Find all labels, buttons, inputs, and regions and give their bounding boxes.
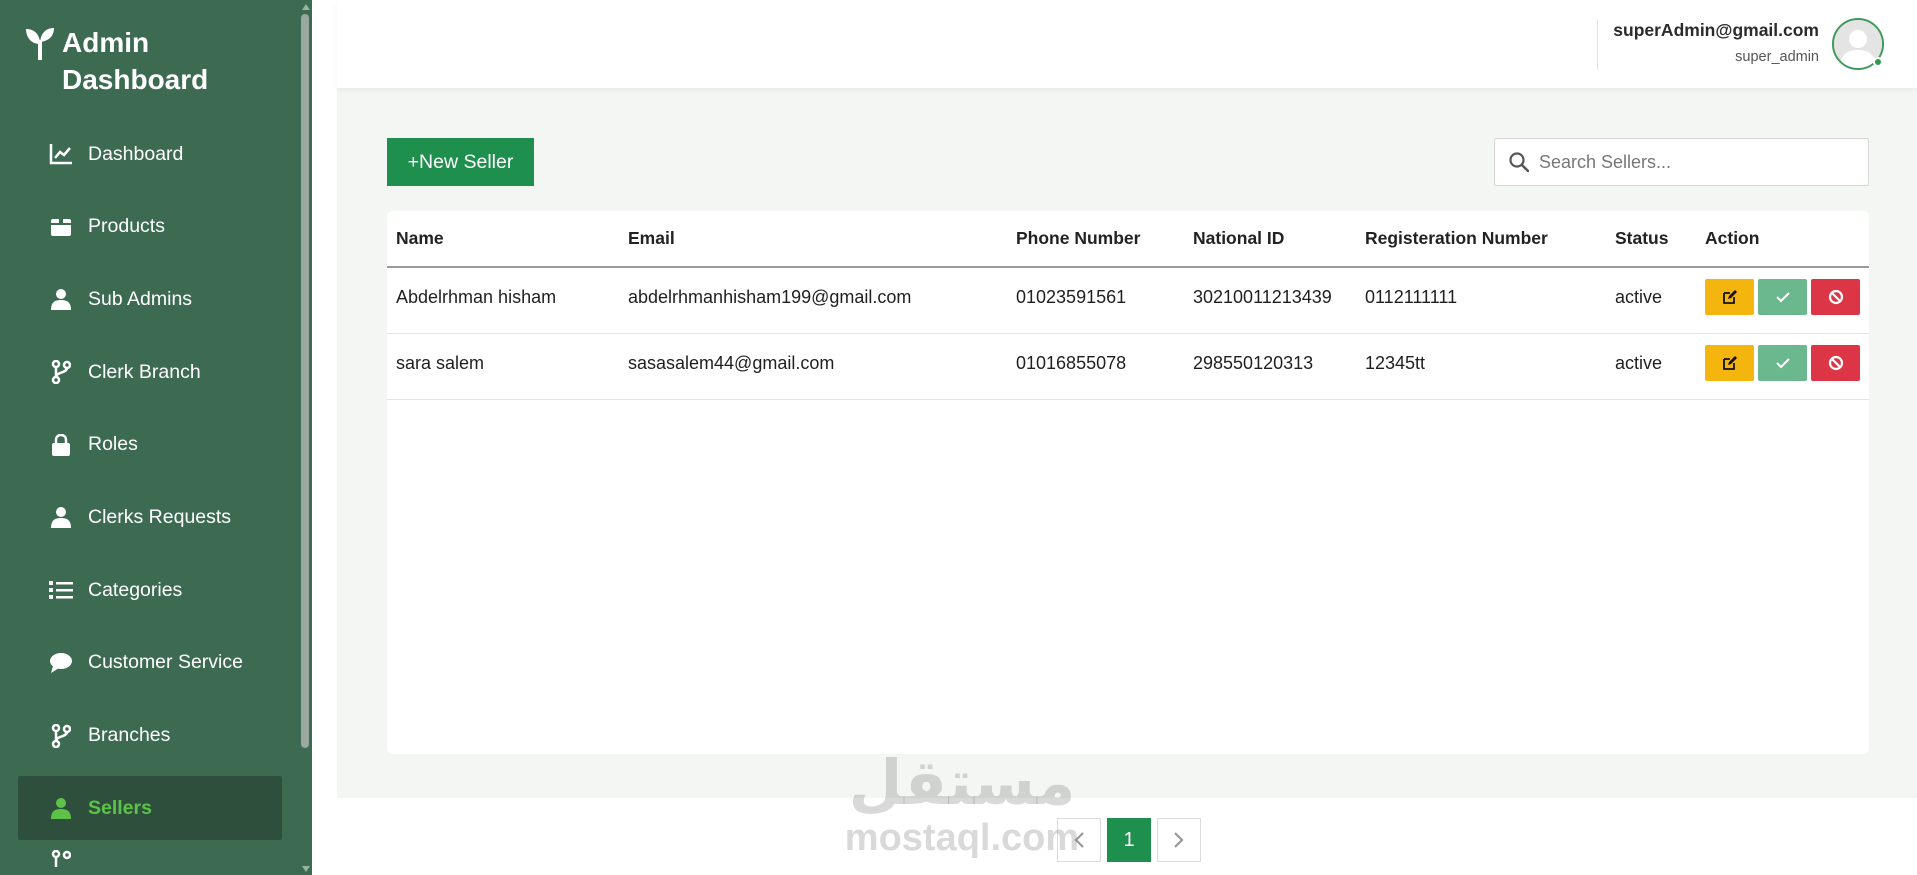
list-icon	[48, 577, 74, 603]
chevron-left-icon	[1074, 832, 1084, 848]
pagination: 1	[1057, 818, 1201, 862]
sidebar-item-branches[interactable]: Branches	[18, 704, 282, 768]
check-icon	[1775, 292, 1790, 303]
sidebar-item-label: Roles	[88, 433, 138, 456]
cell-actions	[1696, 267, 1869, 334]
sidebar-item-label: Sellers	[88, 796, 152, 819]
cell-phone: 01023591561	[1007, 267, 1184, 334]
sidebar-item-categories[interactable]: Categories	[18, 558, 282, 622]
column-header-phone[interactable]: Phone Number	[1007, 211, 1184, 268]
cell-name: Abdelrhman hisham	[387, 267, 619, 334]
search-box[interactable]	[1494, 138, 1869, 186]
sidebar-item-partial[interactable]	[18, 849, 282, 875]
column-header-registration[interactable]: Registeration Number	[1356, 211, 1606, 268]
sidebar-item-products[interactable]: Products	[18, 195, 282, 259]
sidebar-item-label: Customer Service	[88, 651, 243, 674]
column-header-name[interactable]: Name	[387, 211, 619, 268]
user-role: super_admin	[1735, 49, 1819, 65]
sidebar-item-label: Branches	[88, 724, 171, 746]
sidebar-item-sub-admins[interactable]: Sub Admins	[18, 267, 282, 331]
sidebar-item-label: Dashboard	[88, 142, 184, 165]
sidebar-scroll-thumb[interactable]	[301, 14, 309, 748]
block-button[interactable]	[1811, 279, 1860, 316]
cell-name: sara salem	[387, 333, 619, 400]
check-icon	[1775, 358, 1790, 369]
sidebar: Admin Dashboard Dashboard Products Sub A…	[0, 0, 312, 875]
user-icon	[48, 795, 74, 821]
online-status-dot	[1873, 57, 1883, 67]
ban-icon	[1828, 355, 1843, 371]
sidebar-item-label: Categories	[88, 578, 183, 601]
page-button-current[interactable]: 1	[1107, 818, 1151, 862]
header-divider	[1597, 20, 1598, 70]
column-header-action: Action	[1696, 211, 1869, 268]
ban-icon	[1828, 290, 1843, 305]
scroll-up-icon[interactable]	[302, 4, 310, 10]
cell-email: sasasalem44@gmail.com	[619, 333, 1007, 400]
sellers-table: Name Email Phone Number National ID Regi…	[387, 211, 1869, 400]
cell-phone: 01016855078	[1007, 333, 1184, 400]
brand: Admin Dashboard	[24, 24, 262, 98]
sidebar-item-customer-service[interactable]: Customer Service	[18, 631, 282, 695]
cell-email: abdelrhmanhisham199@gmail.com	[619, 267, 1007, 334]
block-button[interactable]	[1811, 345, 1860, 381]
table-row: Abdelrhman hisham abdelrhmanhisham199@gm…	[387, 267, 1869, 334]
search-icon	[1509, 152, 1529, 172]
branch-icon	[48, 849, 74, 875]
sidebar-item-label: Clerk Branch	[88, 360, 201, 383]
sidebar-item-clerk-branch[interactable]: Clerk Branch	[18, 340, 282, 404]
branch-icon	[48, 359, 74, 385]
box-icon	[48, 214, 74, 240]
approve-button[interactable]	[1758, 279, 1807, 316]
chart-line-icon	[48, 141, 74, 167]
search-input[interactable]	[1539, 151, 1859, 173]
sellers-table-card: Name Email Phone Number National ID Regi…	[387, 211, 1869, 754]
sidebar-item-dashboard[interactable]: Dashboard	[18, 122, 282, 186]
user-icon	[48, 504, 74, 530]
table-row: sara salem sasasalem44@gmail.com 0101685…	[387, 333, 1869, 400]
column-header-email[interactable]: Email	[619, 211, 1007, 268]
next-page-button[interactable]	[1157, 818, 1201, 862]
cell-status: active	[1606, 333, 1696, 400]
scroll-down-icon[interactable]	[302, 866, 310, 872]
cell-status: active	[1606, 267, 1696, 334]
cell-national-id: 298550120313	[1184, 333, 1356, 400]
user-info: superAdmin@gmail.com super_admin	[1613, 20, 1819, 65]
approve-button[interactable]	[1758, 345, 1807, 381]
sidebar-item-label: Clerks Requests	[88, 505, 232, 528]
chat-icon	[48, 650, 74, 676]
new-seller-button[interactable]: +New Seller	[387, 138, 534, 186]
cell-registration: 12345tt	[1356, 333, 1606, 400]
column-header-status[interactable]: Status	[1606, 211, 1696, 268]
sidebar-item-label: Sub Admins	[88, 287, 193, 310]
top-bar: superAdmin@gmail.com super_admin	[337, 0, 1917, 88]
edit-button[interactable]	[1705, 345, 1754, 381]
sidebar-nav: Dashboard Products Sub Admins Clerk Bran…	[18, 122, 282, 875]
chevron-right-icon	[1174, 832, 1184, 848]
edit-icon	[1722, 356, 1737, 370]
lock-icon	[48, 432, 74, 458]
edit-icon	[1722, 290, 1737, 305]
user-icon	[48, 286, 74, 312]
cell-national-id: 30210011213439	[1184, 267, 1356, 334]
prev-page-button[interactable]	[1057, 818, 1101, 862]
main-content: superAdmin@gmail.com super_admin +New Se…	[337, 0, 1917, 875]
cell-registration: 0112111111	[1356, 267, 1606, 334]
sidebar-item-clerks-requests[interactable]: Clerks Requests	[18, 485, 282, 549]
table-header-row: Name Email Phone Number National ID Regi…	[387, 211, 1869, 268]
edit-button[interactable]	[1705, 279, 1754, 316]
column-header-national-id[interactable]: National ID	[1184, 211, 1356, 268]
sidebar-item-roles[interactable]: Roles	[18, 413, 282, 477]
cell-actions	[1696, 333, 1869, 400]
branch-icon	[48, 723, 74, 749]
brand-title: Admin Dashboard	[62, 27, 209, 95]
sprout-icon	[26, 28, 54, 60]
sidebar-item-sellers[interactable]: Sellers	[18, 776, 282, 841]
sidebar-item-label: Products	[88, 215, 165, 238]
user-email: superAdmin@gmail.com	[1613, 20, 1819, 40]
